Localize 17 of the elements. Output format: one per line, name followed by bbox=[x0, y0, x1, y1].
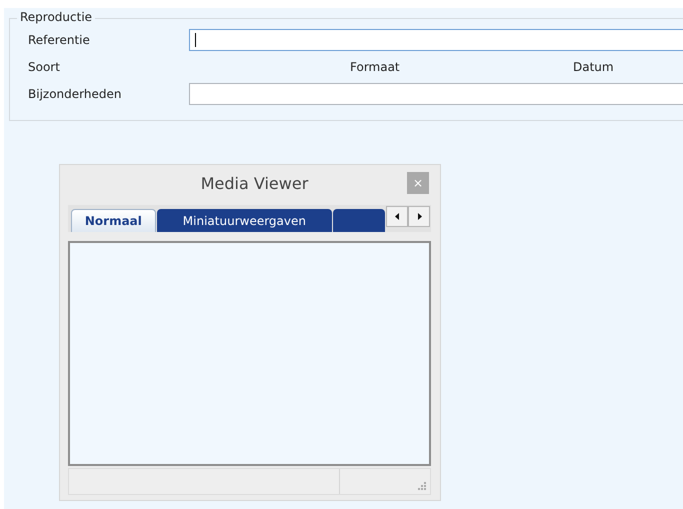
field-label: Referentie bbox=[28, 33, 91, 47]
column-label: Formaat bbox=[350, 60, 401, 74]
tab[interactable]: Normaal bbox=[71, 209, 156, 232]
column-label: Datum bbox=[573, 60, 615, 74]
resize-grip-icon bbox=[418, 482, 427, 491]
group-title: Reproductie bbox=[17, 10, 96, 24]
window-title: Media Viewer bbox=[200, 174, 308, 192]
input-field[interactable] bbox=[189, 83, 683, 105]
input-field[interactable] bbox=[189, 29, 683, 51]
field-label: Bijzonderheden bbox=[28, 87, 122, 101]
right-arrow-icon bbox=[416, 213, 422, 220]
column-label: Soort bbox=[28, 60, 61, 74]
left-arrow-icon bbox=[394, 213, 400, 220]
tab[interactable]: Miniatuurweergaven bbox=[156, 209, 332, 232]
scroll-right-button[interactable] bbox=[408, 206, 430, 227]
scroll-left-button[interactable] bbox=[386, 206, 408, 227]
text-caret bbox=[195, 33, 196, 47]
